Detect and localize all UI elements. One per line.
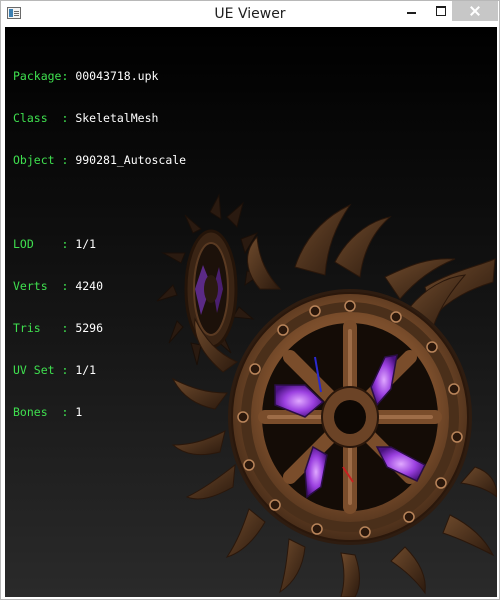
verts-row: Verts : 4240 [13,279,186,293]
uvset-label: UV Set : [13,363,69,377]
tris-value: 5296 [75,321,104,335]
close-icon [470,6,480,16]
tris-label: Tris : [13,321,69,335]
object-value: 990281_Autoscale [75,153,187,167]
object-row: Object : 990281_Autoscale [13,153,186,167]
uvset-value: 1/1 [75,363,97,377]
bones-row: Bones : 1 [13,405,186,419]
object-label: Object : [13,153,69,167]
close-button[interactable] [452,1,498,21]
uvset-row: UV Set : 1/1 [13,363,186,377]
3d-viewport[interactable]: Package: 00043718.upk Class : SkeletalMe… [5,27,497,597]
package-row: Package: 00043718.upk [13,69,186,83]
lod-label: LOD : [13,237,69,251]
minimize-icon [407,12,416,14]
minimize-button[interactable] [397,1,426,21]
large-gear [228,289,472,545]
lod-value: 1/1 [75,237,97,251]
maximize-icon [435,6,446,16]
bones-value: 1 [75,405,83,419]
mesh-info-overlay: Package: 00043718.upk Class : SkeletalMe… [13,41,186,447]
package-label: Package: [13,69,69,83]
class-value: SkeletalMesh [75,111,159,125]
title-bar[interactable]: UE Viewer [1,1,499,27]
app-window: UE Viewer Package: 00043718.upk Class: … [0,0,500,600]
verts-label: Verts : [13,279,69,293]
class-row: Class : SkeletalMesh [13,111,186,125]
maximize-button[interactable] [426,1,455,21]
package-value: 00043718.upk [75,69,159,83]
lod-row: LOD : 1/1 [13,237,186,251]
verts-value: 4240 [75,279,104,293]
class-label: Class : [13,111,69,125]
tris-row: Tris : 5296 [13,321,186,335]
bones-label: Bones : [13,405,69,419]
